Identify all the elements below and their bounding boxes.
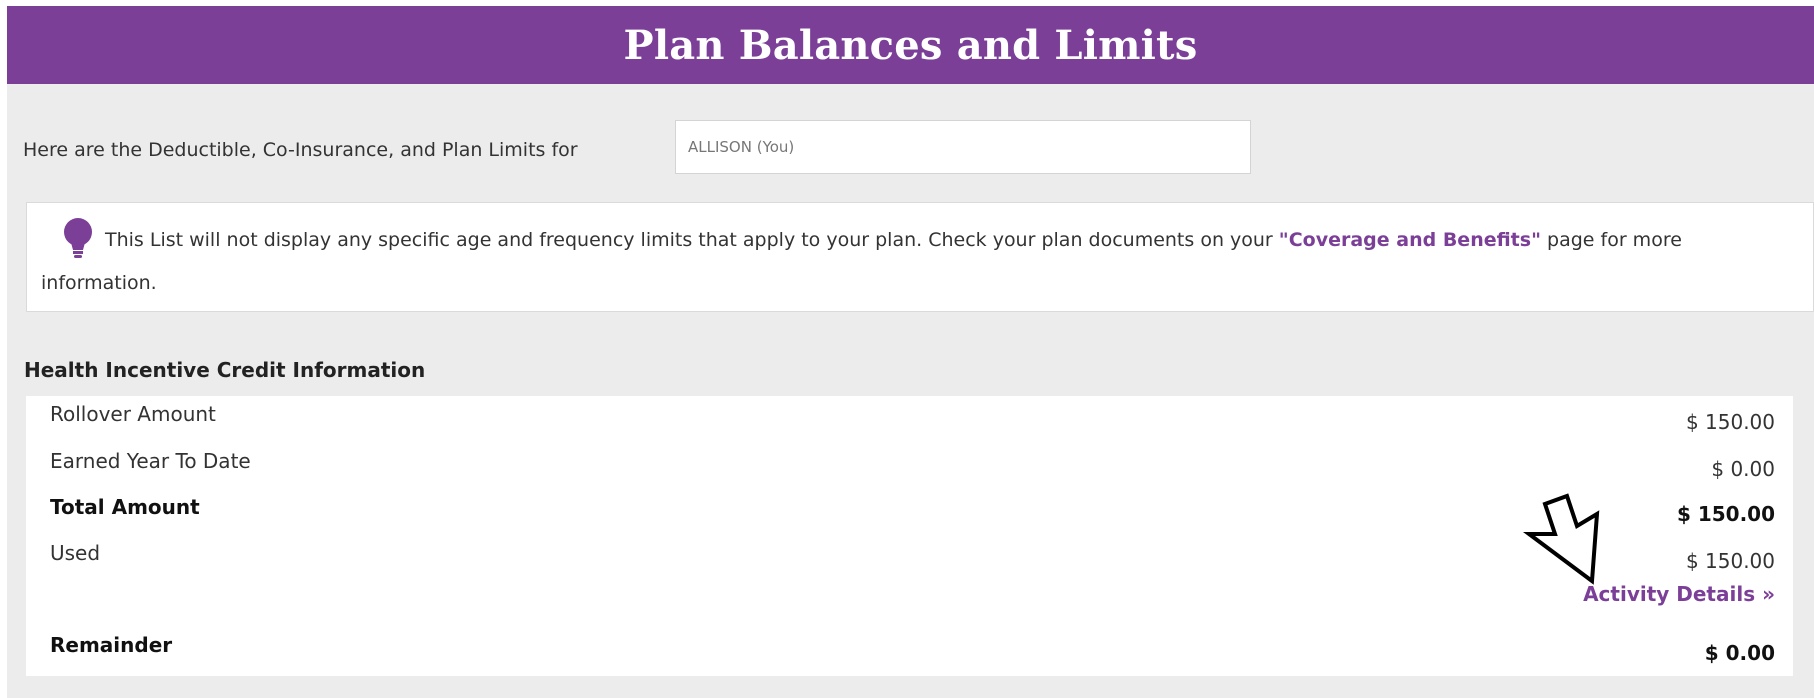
- total-amount-label: Total Amount: [50, 495, 200, 519]
- rollover-amount-label: Rollover Amount: [50, 402, 216, 426]
- plan-limits-notice: This List will not display any specific …: [26, 202, 1814, 312]
- total-amount-value: $ 150.00: [1676, 502, 1775, 526]
- earned-ytd-label: Earned Year To Date: [50, 449, 251, 473]
- member-select[interactable]: ALLISON (You): [675, 120, 1251, 174]
- health-incentive-title: Health Incentive Credit Information: [24, 358, 426, 382]
- member-selector-row: Here are the Deductible, Co-Insurance, a…: [23, 120, 578, 180]
- used-value: $ 150.00: [1685, 549, 1775, 573]
- notice-text-before: This List will not display any specific …: [105, 229, 1279, 251]
- page-header: Plan Balances and Limits: [7, 6, 1814, 84]
- rollover-amount-value: $ 150.00: [1685, 410, 1775, 434]
- lightbulb-icon: [64, 217, 92, 258]
- coverage-and-benefits-link[interactable]: "Coverage and Benefits": [1279, 229, 1541, 251]
- remainder-label: Remainder: [50, 633, 173, 657]
- page-title: Plan Balances and Limits: [623, 21, 1198, 69]
- member-selector-label: Here are the Deductible, Co-Insurance, a…: [23, 139, 578, 161]
- page-frame: Plan Balances and Limits Here are the De…: [7, 6, 1814, 698]
- used-label: Used: [50, 541, 101, 565]
- earned-ytd-value: $ 0.00: [1711, 457, 1775, 481]
- mouse-pointer-icon: [1522, 493, 1600, 585]
- activity-details-link[interactable]: Activity Details »: [1583, 582, 1775, 606]
- remainder-value: $ 0.00: [1704, 641, 1775, 665]
